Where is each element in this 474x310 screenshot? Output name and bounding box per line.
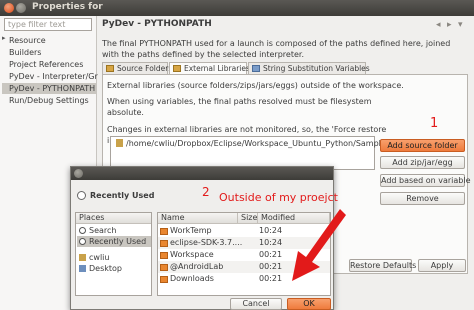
add-based-on-variable-button[interactable]: Add based on variable bbox=[380, 174, 471, 187]
list-item[interactable]: /home/cwliu/Dropbox/Eclipse/Workspace_Ub… bbox=[116, 139, 386, 148]
close-icon[interactable] bbox=[4, 3, 14, 13]
sidebar-item-run-debug[interactable]: Run/Debug Settings bbox=[9, 95, 89, 106]
clock-icon bbox=[77, 191, 86, 200]
close-icon[interactable] bbox=[74, 169, 83, 178]
sidebar-item-builders[interactable]: Builders bbox=[9, 47, 41, 58]
place-recently-used[interactable]: Recently Used bbox=[77, 236, 151, 247]
apply-button[interactable]: Apply bbox=[418, 259, 466, 272]
panel-line-2: When using variables, the final paths re… bbox=[107, 97, 372, 117]
home-folder-icon bbox=[79, 254, 86, 261]
annotation-arrow-icon bbox=[292, 209, 346, 281]
window-title: Properties for bbox=[32, 2, 103, 12]
add-source-folder-button[interactable]: Add source folder bbox=[380, 139, 465, 152]
folder-icon bbox=[160, 276, 168, 283]
tab-string-substitution[interactable]: String Substitution Variables bbox=[248, 62, 370, 74]
remove-button[interactable]: Remove bbox=[380, 192, 465, 205]
folder-icon bbox=[116, 139, 123, 147]
annotation-2: 2 bbox=[202, 185, 210, 199]
restore-defaults-button[interactable]: Restore Defaults bbox=[349, 259, 416, 272]
cancel-button[interactable]: Cancel bbox=[230, 298, 282, 310]
variables-icon bbox=[252, 65, 260, 72]
page-description: The final PYTHONPATH used for a launch i… bbox=[102, 39, 451, 59]
annotation-outside: Outside of my proejct bbox=[219, 191, 338, 204]
folder-icon bbox=[160, 228, 168, 235]
place-home[interactable]: cwliu bbox=[77, 252, 151, 263]
tab-source-folders[interactable]: Source Folders bbox=[102, 62, 172, 74]
back-arrow-icon[interactable]: ◂ bbox=[436, 20, 441, 30]
column-name[interactable]: Name bbox=[158, 213, 238, 224]
add-zip-button[interactable]: Add zip/jar/egg bbox=[380, 156, 465, 169]
column-size[interactable]: Size bbox=[238, 213, 258, 224]
forward-arrow-icon[interactable]: ▸ bbox=[447, 20, 452, 30]
sidebar-item-pydev-interpreter[interactable]: PyDev - Interpreter/Gr bbox=[9, 71, 98, 82]
library-icon bbox=[173, 65, 181, 72]
filter-input[interactable]: type filter text bbox=[4, 18, 92, 31]
location-label: Recently Used bbox=[90, 191, 155, 200]
page-title: PyDev - PYTHONPATH bbox=[102, 19, 212, 29]
ok-button[interactable]: OK bbox=[287, 298, 331, 310]
desktop-icon bbox=[79, 265, 86, 272]
folder-icon bbox=[160, 264, 168, 271]
search-icon bbox=[79, 227, 86, 234]
folder-icon bbox=[160, 252, 168, 259]
sidebar-item-resource[interactable]: Resource bbox=[9, 35, 46, 46]
places-header: Places bbox=[76, 213, 151, 224]
place-desktop[interactable]: Desktop bbox=[77, 263, 151, 274]
folder-icon bbox=[106, 65, 114, 72]
folder-icon bbox=[160, 240, 168, 247]
clock-icon bbox=[79, 238, 86, 245]
sidebar-item-project-references[interactable]: Project References bbox=[9, 59, 83, 70]
places-pane: Places Search Recently Used cwliu Deskto… bbox=[75, 212, 152, 296]
menu-dropdown-icon[interactable]: ▾ bbox=[458, 20, 463, 30]
expand-arrow-icon[interactable]: ▸ bbox=[2, 34, 6, 42]
minimize-icon[interactable] bbox=[16, 3, 26, 13]
place-search[interactable]: Search bbox=[77, 225, 151, 236]
sidebar-item-pydev-pythonpath[interactable]: PyDev - PYTHONPATH bbox=[2, 83, 96, 94]
annotation-1: 1 bbox=[430, 116, 439, 131]
panel-line-1: External libraries (source folders/zips/… bbox=[107, 81, 404, 90]
window-titlebar: Properties for bbox=[0, 0, 474, 16]
dialog-titlebar bbox=[71, 167, 333, 180]
